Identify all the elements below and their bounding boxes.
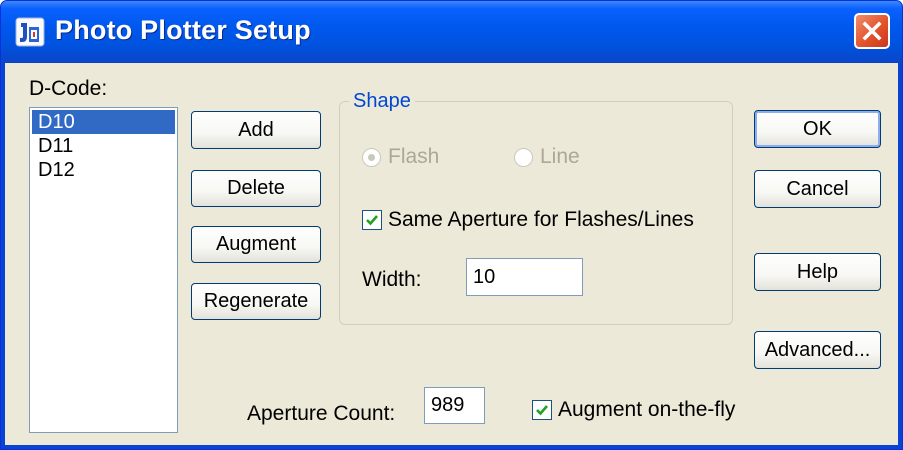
checkmark-icon xyxy=(366,215,378,226)
dcode-label: D-Code: xyxy=(29,77,108,100)
line-label: Line xyxy=(540,145,580,168)
same-aperture-checkbox[interactable] xyxy=(362,210,382,230)
help-button[interactable]: Help xyxy=(754,253,881,291)
radio-selected-dot xyxy=(368,154,375,161)
title-bar[interactable]: Photo Plotter Setup xyxy=(1,1,902,63)
width-label: Width: xyxy=(362,268,422,291)
dialog-client-area: D-Code: D10 D11 D12 Add Delete Augment R… xyxy=(5,63,898,445)
cancel-button[interactable]: Cancel xyxy=(754,170,881,208)
checkmark-icon xyxy=(536,405,548,416)
line-radio[interactable] xyxy=(514,148,533,167)
ok-button[interactable]: OK xyxy=(754,110,881,148)
list-item-d10[interactable]: D10 xyxy=(32,110,175,134)
width-field[interactable] xyxy=(466,258,583,296)
close-icon xyxy=(856,15,888,47)
list-item-d11[interactable]: D11 xyxy=(32,134,175,158)
regenerate-button[interactable]: Regenerate xyxy=(191,283,321,320)
flash-label: Flash xyxy=(388,145,440,168)
list-item-d12[interactable]: D12 xyxy=(32,158,175,182)
delete-button[interactable]: Delete xyxy=(191,170,321,207)
shape-group-legend: Shape xyxy=(349,90,415,113)
augment-on-the-fly-checkbox[interactable] xyxy=(532,400,552,420)
aperture-count-field[interactable] xyxy=(424,387,485,424)
dcode-listbox[interactable]: D10 D11 D12 xyxy=(29,107,178,433)
advanced-button[interactable]: Advanced... xyxy=(754,331,881,369)
add-button[interactable]: Add xyxy=(191,111,321,149)
flash-radio[interactable] xyxy=(362,148,381,167)
augment-button[interactable]: Augment xyxy=(191,226,321,263)
close-button[interactable] xyxy=(854,13,890,49)
augment-on-the-fly-label: Augment on-the-fly xyxy=(558,398,736,421)
dialog-window: Photo Plotter Setup D-Code: D10 D11 D12 … xyxy=(0,0,903,450)
window-title: Photo Plotter Setup xyxy=(55,15,311,45)
aperture-count-label: Aperture Count: xyxy=(247,402,396,425)
same-aperture-label: Same Aperture for Flashes/Lines xyxy=(388,208,694,231)
app-icon xyxy=(15,17,45,47)
